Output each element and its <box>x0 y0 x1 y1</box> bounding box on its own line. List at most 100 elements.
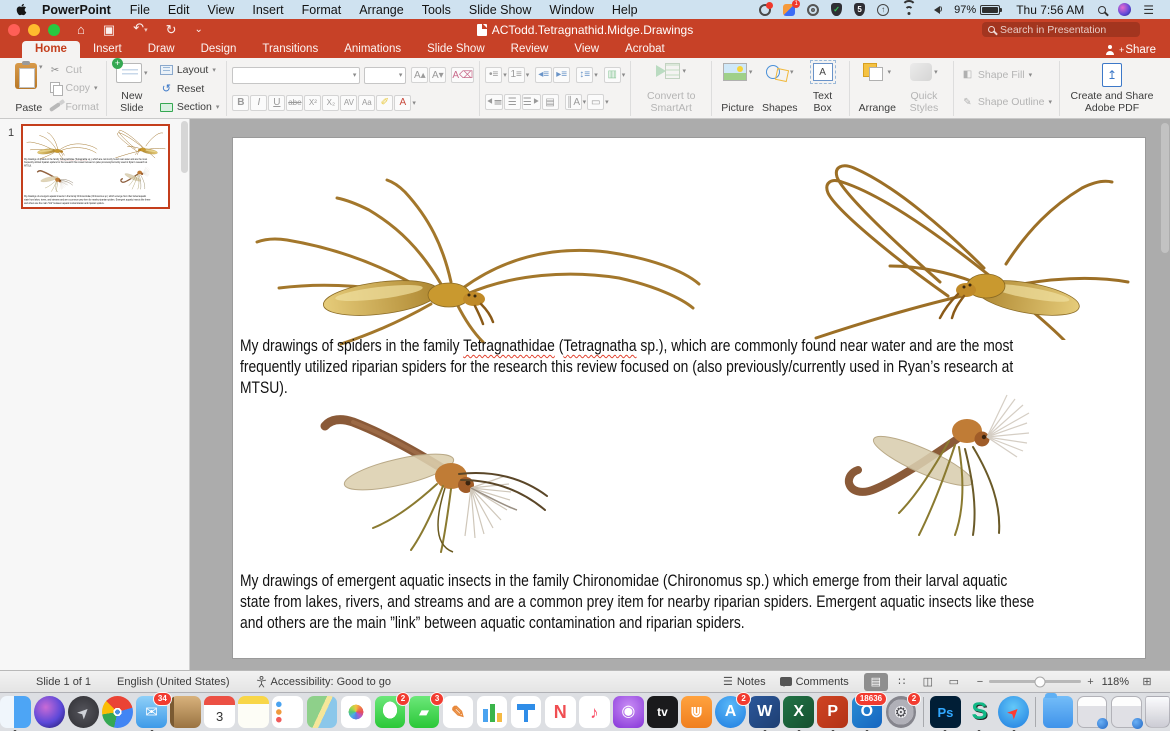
tab-view[interactable]: View <box>561 41 612 58</box>
align-text-button[interactable]: ▭ <box>587 94 604 110</box>
menu-arrange[interactable]: Arrange <box>359 3 403 17</box>
dock-item-chrome[interactable] <box>102 696 133 728</box>
format-painter-button[interactable]: Format <box>47 99 101 114</box>
redo-icon[interactable]: ↻ <box>166 21 177 39</box>
spider-drawing-left[interactable] <box>26 127 98 159</box>
slide-canvas[interactable]: My drawings of spiders in the family Tet… <box>23 126 168 209</box>
dock-item-news[interactable]: N <box>545 696 576 728</box>
increase-indent-button[interactable]: ▸≡ <box>553 67 570 83</box>
backup-icon[interactable]: ↑ <box>877 2 889 17</box>
menu-edit[interactable]: Edit <box>168 3 190 17</box>
underline-button[interactable]: U <box>268 95 285 111</box>
dock-item-books[interactable]: ⋓ <box>681 696 712 728</box>
dock-item-pages[interactable]: ✎ <box>443 696 474 728</box>
copy-button[interactable]: Copy▾ <box>47 81 101 96</box>
subscript-button[interactable]: X₂ <box>322 95 339 111</box>
status-app-icon[interactable] <box>759 2 771 17</box>
tab-draw[interactable]: Draw <box>135 41 188 58</box>
bold-button[interactable]: B <box>232 95 249 111</box>
tab-home[interactable]: Home <box>22 41 80 58</box>
menu-file[interactable]: File <box>130 3 150 17</box>
dock-item-tv[interactable]: tv <box>647 696 678 728</box>
align-left-button[interactable]: ⯇☰ <box>485 94 503 110</box>
text-box-button[interactable]: A Text Box <box>802 61 844 116</box>
language-indicator[interactable]: English (United States) <box>117 676 230 688</box>
font-size-select[interactable]: ▾ <box>364 67 406 84</box>
dock-item-numbers[interactable] <box>477 696 508 728</box>
convert-to-smartart-button[interactable]: ▾ Convert to SmartArt <box>636 61 706 116</box>
menu-help[interactable]: Help <box>612 3 638 17</box>
menu-format[interactable]: Format <box>302 3 342 17</box>
decrease-font-button[interactable]: A▾ <box>429 67 446 83</box>
undo-icon[interactable]: ↶▾ <box>133 19 147 40</box>
midge-drawing-left[interactable] <box>33 166 74 192</box>
vpn-icon[interactable] <box>807 2 819 17</box>
shape-outline-button[interactable]: Shape Outline▾ <box>959 95 1054 110</box>
dock-item-contacts[interactable] <box>170 696 201 728</box>
shield-5-icon[interactable]: 5 <box>854 2 865 17</box>
dock-item-trash[interactable] <box>1145 696 1170 728</box>
normal-view-button[interactable]: ▤ <box>864 673 888 691</box>
font-color-button[interactable]: A <box>394 95 411 111</box>
dock-item-podcasts[interactable]: ◉ <box>613 696 644 728</box>
tab-insert[interactable]: Insert <box>80 41 135 58</box>
menu-view[interactable]: View <box>207 3 234 17</box>
tab-animations[interactable]: Animations <box>331 41 414 58</box>
justify-button[interactable]: ▤ <box>542 94 559 110</box>
minimize-window-button[interactable] <box>28 24 40 36</box>
dock-item-launchpad[interactable]: ➤ <box>68 696 99 728</box>
zoom-window-button[interactable] <box>48 24 60 36</box>
dock-item-snagit[interactable]: S <box>964 696 995 728</box>
dock-item-window2[interactable] <box>1111 696 1142 728</box>
dock-item-outlook[interactable]: O18636 <box>852 696 883 728</box>
spider-drawing-right[interactable] <box>111 126 166 158</box>
notification-center-icon[interactable]: ☰ <box>1143 2 1154 17</box>
font-name-select[interactable]: ▾ <box>232 67 360 84</box>
dock-item-excel[interactable]: X <box>783 696 814 728</box>
align-center-button[interactable]: ☰ <box>504 94 521 110</box>
tab-acrobat[interactable]: Acrobat <box>612 41 678 58</box>
columns-button[interactable]: ▥ <box>604 67 621 83</box>
dock-item-siri[interactable] <box>34 696 65 728</box>
shield-check-icon[interactable]: ✓ <box>831 2 842 17</box>
volume-icon[interactable] <box>928 2 942 17</box>
fit-slide-button[interactable]: ⊞ <box>1135 673 1159 691</box>
dock-item-photoshop[interactable]: Ps <box>930 696 961 728</box>
home-quick-icon[interactable]: ⌂ <box>77 21 85 39</box>
increase-font-button[interactable]: A▴ <box>411 67 428 83</box>
numbering-button[interactable]: 1≡ <box>508 67 525 83</box>
italic-button[interactable]: I <box>250 95 267 111</box>
spotlight-icon[interactable] <box>1098 2 1106 17</box>
tab-slide-show[interactable]: Slide Show <box>414 41 498 58</box>
bullets-button[interactable]: •≡ <box>485 67 502 83</box>
accessibility-status[interactable]: Accessibility: Good to go <box>256 676 391 688</box>
quick-styles-button[interactable]: ▾ Quick Styles <box>900 61 948 116</box>
share-button[interactable]: + Share <box>1105 44 1156 58</box>
create-pdf-button[interactable]: Create and Share Adobe PDF <box>1065 61 1159 116</box>
status-badge-app-icon[interactable]: 1 <box>783 2 795 17</box>
dock-item-powerpoint[interactable]: P <box>817 696 848 728</box>
section-button[interactable]: Section▾ <box>158 100 222 114</box>
layout-button[interactable]: Layout▾ <box>158 63 222 77</box>
change-case-button[interactable]: Aa <box>358 95 375 111</box>
slide-canvas[interactable]: My drawings of spiders in the family Tet… <box>233 138 1145 658</box>
zoom-level[interactable]: 118% <box>1102 676 1129 688</box>
dock-item-safari[interactable]: ➤ <box>998 696 1029 728</box>
close-window-button[interactable] <box>8 24 20 36</box>
save-icon[interactable]: ▣ <box>103 21 115 39</box>
spider-drawing-right[interactable] <box>788 140 1133 340</box>
highlight-color-button[interactable]: ✐ <box>376 95 393 111</box>
arrange-button[interactable]: ▾ Arrange <box>855 61 900 116</box>
tab-design[interactable]: Design <box>188 41 250 58</box>
zoom-slider-thumb[interactable] <box>1034 676 1045 687</box>
shapes-button[interactable]: ▾ Shapes <box>758 61 802 116</box>
midge-caption-textbox[interactable]: My drawings of emergent aquatic insects … <box>240 571 1145 633</box>
dock-item-calendar[interactable]: 3 <box>204 696 235 728</box>
workspace-scrollbar[interactable] <box>1161 123 1169 253</box>
spider-drawing-left[interactable] <box>253 146 703 346</box>
comments-button[interactable]: Comments <box>780 676 849 688</box>
wifi-icon[interactable] <box>901 2 916 17</box>
picture-button[interactable]: ▾ Picture <box>717 61 758 116</box>
shape-fill-button[interactable]: Shape Fill▾ <box>959 67 1054 82</box>
dock-item-notes[interactable] <box>238 696 269 728</box>
